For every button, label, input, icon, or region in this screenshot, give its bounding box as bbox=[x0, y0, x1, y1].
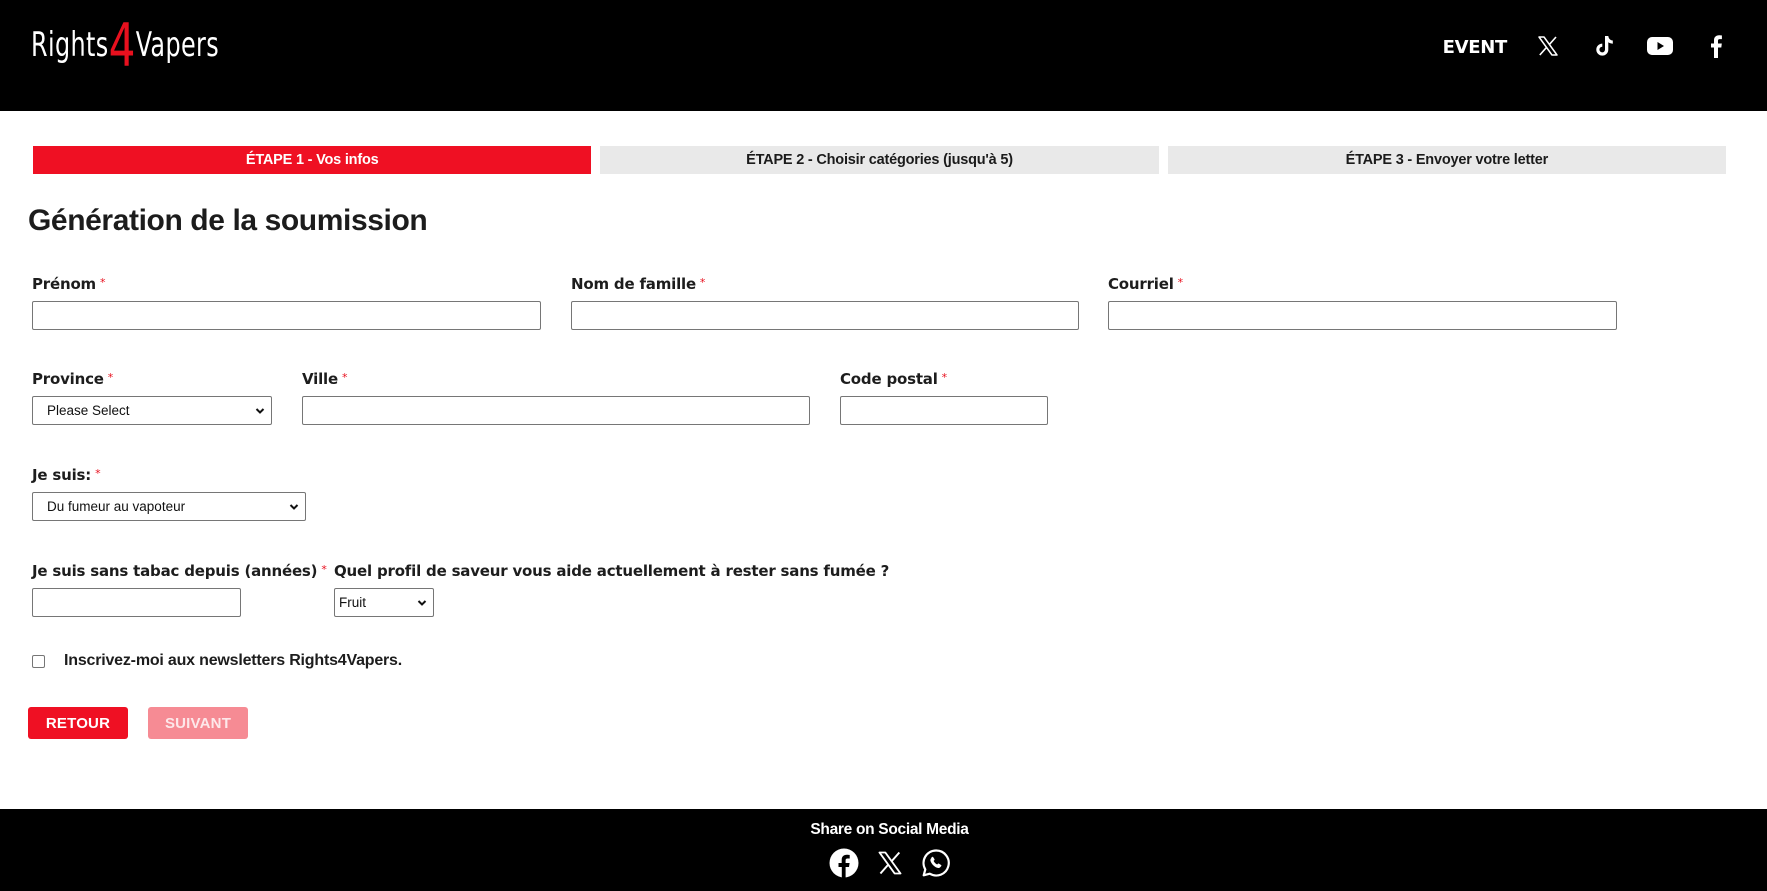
province-select[interactable]: Please Select bbox=[32, 396, 272, 425]
province-selected-value: Please Select bbox=[47, 403, 130, 418]
rights4vapers-logo[interactable]: Rights4Vapers bbox=[31, 8, 272, 84]
city-label: Ville * bbox=[302, 370, 348, 388]
first-name-label: Prénom * bbox=[32, 275, 106, 293]
chevron-down-icon bbox=[417, 600, 427, 606]
required-mark: * bbox=[941, 371, 948, 384]
facebook-icon[interactable] bbox=[1701, 31, 1731, 61]
first-name-input[interactable] bbox=[32, 301, 541, 330]
newsletter-option: Inscrivez-moi aux newsletters Rights4Vap… bbox=[32, 652, 402, 670]
step-1-tab: ÉTAPE 1 - Vos infos bbox=[33, 146, 592, 174]
i-am-field: Je suis: * Du fumeur au vapoteur bbox=[32, 466, 306, 521]
logo-part-vapers: Vapers bbox=[135, 25, 220, 65]
i-am-selected-value: Du fumeur au vapoteur bbox=[47, 499, 186, 514]
required-mark: * bbox=[341, 371, 348, 384]
last-name-field: Nom de famille * bbox=[571, 275, 1079, 330]
step-3-tab: ÉTAPE 3 - Envoyer votre letter bbox=[1167, 146, 1726, 174]
email-input[interactable] bbox=[1108, 301, 1617, 330]
chevron-down-icon bbox=[289, 504, 299, 510]
province-field: Province * Please Select bbox=[32, 370, 272, 425]
last-name-label: Nom de famille * bbox=[571, 275, 706, 293]
site-footer: Share on Social Media bbox=[0, 809, 1767, 891]
page-title: Génération de la soumission bbox=[28, 204, 428, 237]
smoke-free-years-input[interactable] bbox=[32, 588, 241, 617]
site-header: Rights4Vapers EVENT bbox=[0, 0, 1767, 111]
next-button[interactable]: SUIVANT bbox=[148, 707, 248, 739]
required-mark: * bbox=[699, 276, 706, 289]
facebook-icon[interactable] bbox=[828, 847, 860, 879]
chevron-down-icon bbox=[255, 408, 265, 414]
back-button[interactable]: RETOUR bbox=[28, 707, 128, 739]
first-name-field: Prénom * bbox=[32, 275, 541, 330]
newsletter-label[interactable]: Inscrivez-moi aux newsletters Rights4Vap… bbox=[64, 652, 402, 670]
youtube-icon[interactable] bbox=[1645, 31, 1675, 61]
smoke-free-years-label: Je suis sans tabac depuis (années) * bbox=[32, 562, 327, 580]
tiktok-icon[interactable] bbox=[1589, 31, 1619, 61]
postal-code-input[interactable] bbox=[840, 396, 1048, 425]
logo-text: Rights4Vapers bbox=[31, 16, 219, 76]
flavor-profile-selected-value: Fruit bbox=[339, 595, 366, 610]
share-icons bbox=[0, 847, 1767, 879]
i-am-label: Je suis: * bbox=[32, 466, 101, 484]
newsletter-checkbox[interactable] bbox=[32, 654, 45, 668]
logo-part-rights: Rights bbox=[31, 25, 109, 65]
i-am-select[interactable]: Du fumeur au vapoteur bbox=[32, 492, 306, 521]
province-label: Province * bbox=[32, 370, 114, 388]
email-field: Courriel * bbox=[1108, 275, 1617, 330]
x-twitter-icon[interactable] bbox=[1533, 31, 1563, 61]
step-2-tab: ÉTAPE 2 - Choisir catégories (jusqu'à 5) bbox=[600, 146, 1159, 174]
progress-steps: ÉTAPE 1 - Vos infos ÉTAPE 2 - Choisir ca… bbox=[33, 146, 1726, 174]
required-mark: * bbox=[1177, 276, 1184, 289]
smoke-free-years-field: Je suis sans tabac depuis (années) * bbox=[32, 562, 327, 617]
postal-code-field: Code postal * bbox=[840, 370, 1048, 425]
x-twitter-icon[interactable] bbox=[874, 847, 906, 879]
main-nav: EVENT bbox=[1443, 0, 1767, 92]
postal-code-label: Code postal * bbox=[840, 370, 948, 388]
flavor-profile-field: Quel profil de saveur vous aide actuelle… bbox=[334, 562, 889, 617]
flavor-profile-label: Quel profil de saveur vous aide actuelle… bbox=[334, 562, 890, 580]
city-input[interactable] bbox=[302, 396, 810, 425]
required-mark: * bbox=[107, 371, 114, 384]
required-mark: * bbox=[321, 563, 327, 576]
whatsapp-icon[interactable] bbox=[920, 847, 952, 879]
logo-part-four: 4 bbox=[108, 11, 136, 81]
city-field: Ville * bbox=[302, 370, 810, 425]
required-mark: * bbox=[99, 276, 106, 289]
required-mark: * bbox=[95, 467, 101, 480]
flavor-profile-select[interactable]: Fruit bbox=[334, 588, 434, 617]
last-name-input[interactable] bbox=[571, 301, 1079, 330]
nav-link-event[interactable]: EVENT bbox=[1443, 35, 1508, 58]
email-label: Courriel * bbox=[1108, 275, 1184, 293]
share-title: Share on Social Media bbox=[810, 821, 969, 838]
